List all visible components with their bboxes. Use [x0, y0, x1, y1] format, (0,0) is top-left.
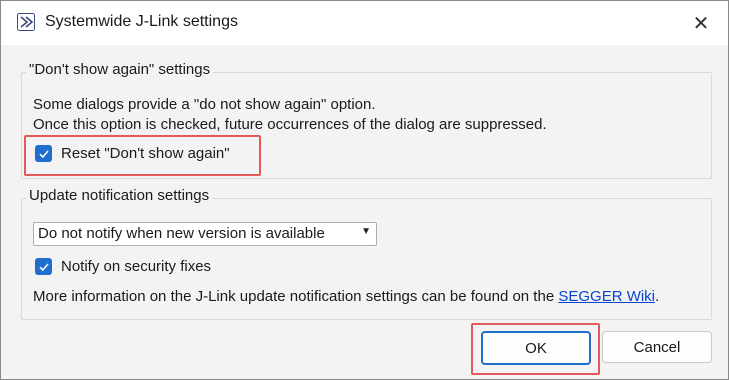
group-label-dont-show: "Don't show again" settings	[26, 61, 214, 78]
checkmark-icon	[38, 149, 49, 158]
dropdown-selected-value: Do not notify when new version is availa…	[38, 225, 325, 242]
group-label-update: Update notification settings	[26, 187, 213, 204]
close-button[interactable]: ✕	[686, 9, 716, 37]
dont-show-description-1: Some dialogs provide a "do not show agai…	[33, 96, 376, 113]
title-bar[interactable]: Systemwide J-Link settings ✕	[1, 1, 728, 45]
cancel-button[interactable]: Cancel	[602, 331, 712, 363]
security-fixes-label[interactable]: Notify on security fixes	[61, 258, 211, 275]
dialog-window: Systemwide J-Link settings ✕ "Don't show…	[0, 0, 729, 380]
window-title: Systemwide J-Link settings	[45, 13, 238, 30]
dropdown-arrow-icon: ▼	[361, 226, 371, 237]
segger-wiki-link[interactable]: SEGGER Wiki	[558, 288, 655, 305]
dont-show-description-2: Once this option is checked, future occu…	[33, 116, 547, 133]
jlink-app-icon	[17, 13, 35, 31]
update-info-suffix: .	[655, 288, 660, 305]
reset-dont-show-checkbox[interactable]	[35, 145, 52, 162]
ok-button[interactable]: OK	[481, 331, 591, 365]
notification-dropdown[interactable]: Do not notify when new version is availa…	[33, 222, 377, 246]
security-fixes-checkbox[interactable]	[35, 258, 52, 275]
reset-dont-show-label[interactable]: Reset "Don't show again"	[61, 145, 230, 162]
close-icon: ✕	[692, 12, 710, 35]
update-info-text: More information on the J-Link update no…	[33, 288, 659, 305]
update-info-prefix: More information on the J-Link update no…	[33, 288, 559, 305]
checkmark-icon	[38, 262, 49, 271]
